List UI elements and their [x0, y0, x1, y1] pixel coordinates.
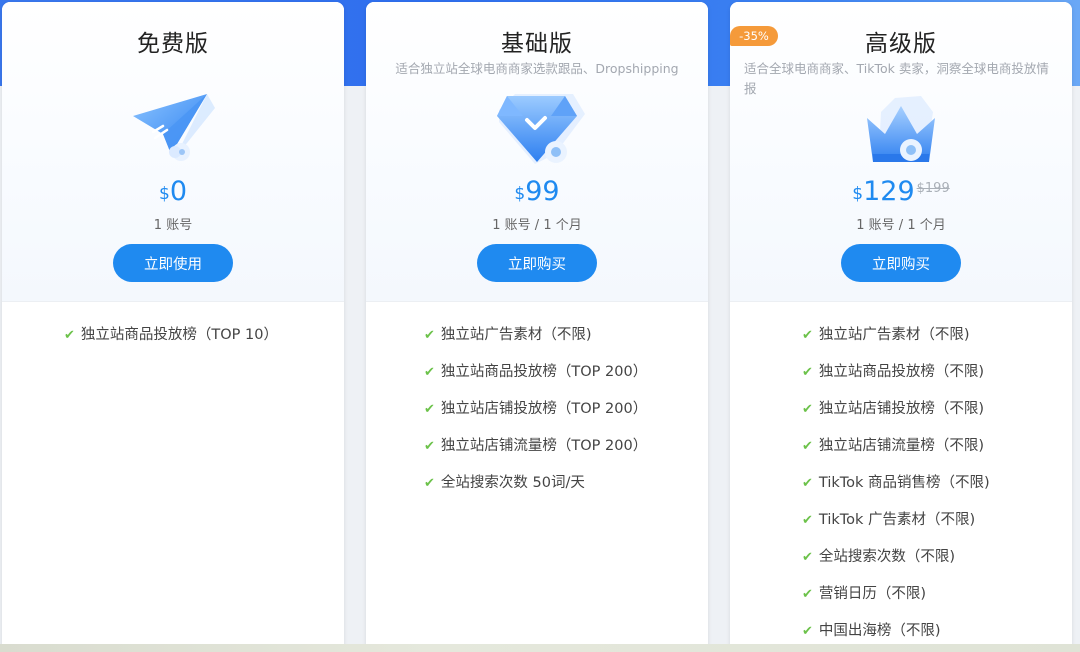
use-now-button[interactable]: 立即使用: [113, 244, 233, 282]
check-icon: ✔: [424, 402, 435, 417]
check-icon: ✔: [802, 365, 813, 380]
original-price: $199: [916, 181, 950, 196]
plan-subtitle: 适合独立站全球电商商家选款跟品、Dropshipping: [395, 61, 679, 76]
plan-card-header: 基础版 适合独立站全球电商商家选款跟品、Dropshipping $99 1 账…: [366, 2, 708, 302]
feature-item: ✔ TikTok 广告素材（不限): [802, 512, 976, 528]
feature-list: ✔ 独立站广告素材（不限) ✔ 独立站商品投放榜（TOP 200） ✔ 独立站店铺投放…: [424, 324, 647, 509]
check-icon: ✔: [424, 365, 435, 380]
plan-unit: 1 账号 / 1 个月: [856, 218, 946, 233]
feature-item: ✔ 独立站店铺流量榜（TOP 200）: [424, 438, 648, 454]
plan-card-free: 免费版 $0 1 账号 立即使用 ✔ 独立站商品投放榜（TOP 10）: [2, 2, 344, 652]
plan-unit: 1 账号 / 1 个月: [492, 218, 582, 233]
plan-title: 基础版: [501, 31, 573, 57]
plan-card-header: 高级版 适合全球电商商家、TikTok 卖家，洞察全球电商投放情报 $129 $1…: [730, 2, 1072, 302]
check-icon: ✔: [424, 476, 435, 491]
check-icon: ✔: [802, 550, 813, 565]
feature-item: ✔ 独立站商品投放榜（不限): [802, 364, 985, 380]
plan-card-pro: 高级版 适合全球电商商家、TikTok 卖家，洞察全球电商投放情报 $129 $1…: [730, 2, 1072, 652]
feature-item: ✔ 独立站广告素材（不限): [424, 327, 592, 343]
check-icon: ✔: [802, 624, 813, 639]
feature-item: ✔ 独立站店铺投放榜（不限): [802, 401, 985, 417]
check-icon: ✔: [802, 328, 813, 343]
feature-item: ✔ 全站搜索次数 50词/天: [424, 475, 585, 491]
plan-price: $129 $199: [852, 176, 950, 207]
buy-now-button[interactable]: 立即购买: [477, 244, 597, 282]
feature-list: ✔ 独立站商品投放榜（TOP 10）: [64, 324, 278, 361]
feature-list: ✔ 独立站广告素材（不限) ✔ 独立站商品投放榜（不限) ✔ 独立站店铺投放榜（不限)…: [802, 324, 990, 652]
feature-item: ✔ 全站搜索次数（不限): [802, 549, 956, 565]
plan-price: $0: [158, 176, 187, 207]
diamond-icon: [487, 88, 587, 174]
feature-item: ✔ 独立站广告素材（不限): [802, 327, 970, 343]
plan-card-header: 免费版 $0 1 账号 立即使用: [2, 2, 344, 302]
paper-plane-icon: [123, 88, 223, 174]
plan-price: $99: [514, 176, 560, 207]
check-icon: ✔: [802, 439, 813, 454]
plan-title: 高级版: [865, 31, 937, 57]
feature-item: ✔ 独立站商品投放榜（TOP 200）: [424, 364, 648, 380]
plan-title: 免费版: [137, 31, 209, 57]
crown-icon: [851, 88, 951, 174]
page-footer-strip: [0, 644, 1080, 652]
discount-badge: -35%: [730, 26, 778, 46]
feature-item: ✔ 独立站店铺投放榜（TOP 200）: [424, 401, 648, 417]
plan-card-basic: 基础版 适合独立站全球电商商家选款跟品、Dropshipping $99 1 账…: [366, 2, 708, 652]
buy-now-button[interactable]: 立即购买: [841, 244, 961, 282]
check-icon: ✔: [802, 402, 813, 417]
check-icon: ✔: [424, 439, 435, 454]
check-icon: ✔: [802, 476, 813, 491]
feature-item: ✔ 独立站店铺流量榜（不限): [802, 438, 985, 454]
check-icon: ✔: [64, 328, 75, 343]
feature-item: ✔ TikTok 商品销售榜（不限): [802, 475, 990, 491]
feature-item: ✔ 营销日历（不限): [802, 586, 927, 602]
check-icon: ✔: [424, 328, 435, 343]
plan-unit: 1 账号: [153, 218, 193, 233]
feature-item: ✔ 独立站商品投放榜（TOP 10）: [64, 327, 278, 343]
check-icon: ✔: [802, 513, 813, 528]
check-icon: ✔: [802, 587, 813, 602]
